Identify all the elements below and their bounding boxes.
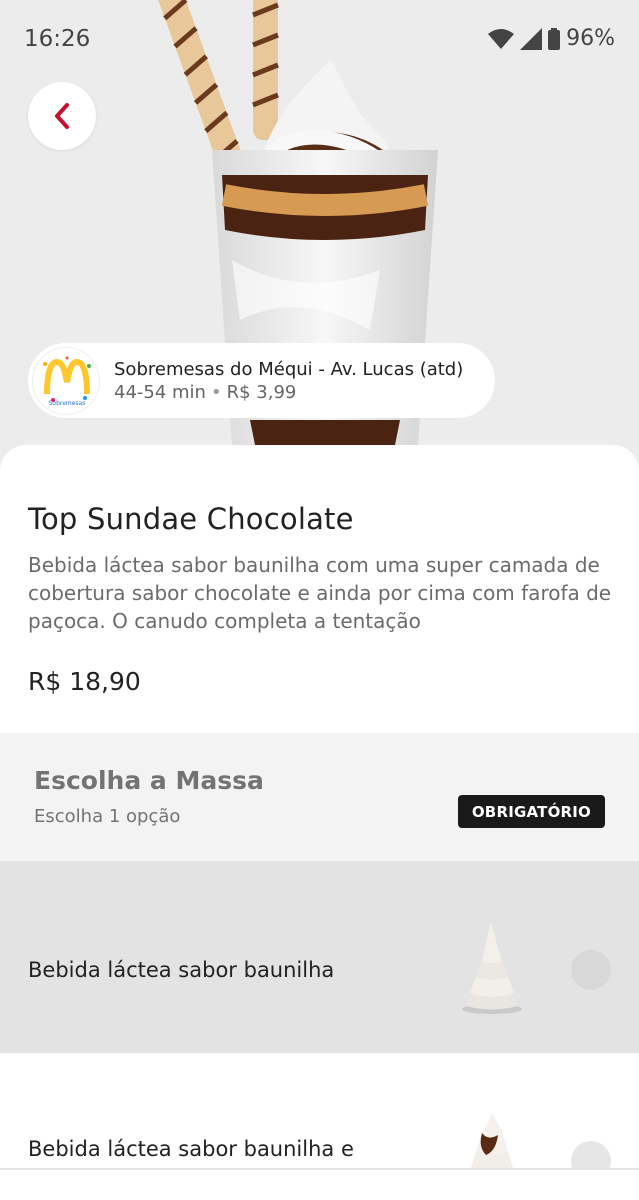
store-name: Sobremesas do Méqui - Av. Lucas (atd) <box>114 358 464 380</box>
product-title: Top Sundae Chocolate <box>28 502 354 536</box>
required-badge: OBRIGATÓRIO <box>457 795 605 828</box>
option-item[interactable]: Bebida láctea sabor baunilha <box>0 861 639 1053</box>
store-info-pill[interactable]: Sobremesas Sobremesas do Méqui - Av. Luc… <box>28 343 495 418</box>
soft-serve-chocolate-image <box>470 1113 514 1168</box>
store-meta: 44-54 min • R$ 3,99 <box>114 382 463 403</box>
option-label: Bebida láctea sabor baunilha e <box>28 1137 354 1161</box>
battery-icon <box>548 27 561 50</box>
delivery-fee: R$ 3,99 <box>226 381 297 403</box>
chevron-left-icon <box>55 103 69 129</box>
option-label: Bebida láctea sabor baunilha <box>28 958 335 982</box>
option-group-header: Escolha a Massa Escolha 1 opção OBRIGATÓ… <box>0 733 639 861</box>
meta-separator: • <box>210 381 222 403</box>
soft-serve-vanilla-image <box>462 923 522 1014</box>
store-logo: Sobremesas <box>32 346 100 415</box>
mcdonalds-arches-icon: Sobremesas <box>43 356 91 407</box>
product-hero-image: 16:26 96% Sobremesas Sobremesas do Méqui… <box>0 0 639 470</box>
option-radio[interactable] <box>571 950 611 990</box>
option-group-title: Escolha a Massa <box>34 766 264 795</box>
bottom-bar <box>0 1170 639 1200</box>
delivery-time: 44-54 min <box>114 381 206 403</box>
status-icons: 96% <box>488 26 615 51</box>
status-bar: 16:26 96% <box>0 0 639 80</box>
wifi-icon <box>488 28 515 49</box>
signal-icon <box>520 27 543 50</box>
product-details: Top Sundae Chocolate Bebida láctea sabor… <box>0 445 639 735</box>
product-description: Bebida láctea sabor baunilha com uma sup… <box>28 553 612 633</box>
back-button[interactable] <box>28 82 96 150</box>
status-time: 16:26 <box>24 26 91 52</box>
store-logo-text: Sobremesas <box>49 400 86 407</box>
option-radio[interactable] <box>571 1141 611 1168</box>
battery-percent: 96% <box>566 26 615 51</box>
option-group-subtitle: Escolha 1 opção <box>34 806 181 827</box>
option-item[interactable]: Bebida láctea sabor baunilha e <box>0 1053 639 1168</box>
product-price: R$ 18,90 <box>28 667 141 696</box>
